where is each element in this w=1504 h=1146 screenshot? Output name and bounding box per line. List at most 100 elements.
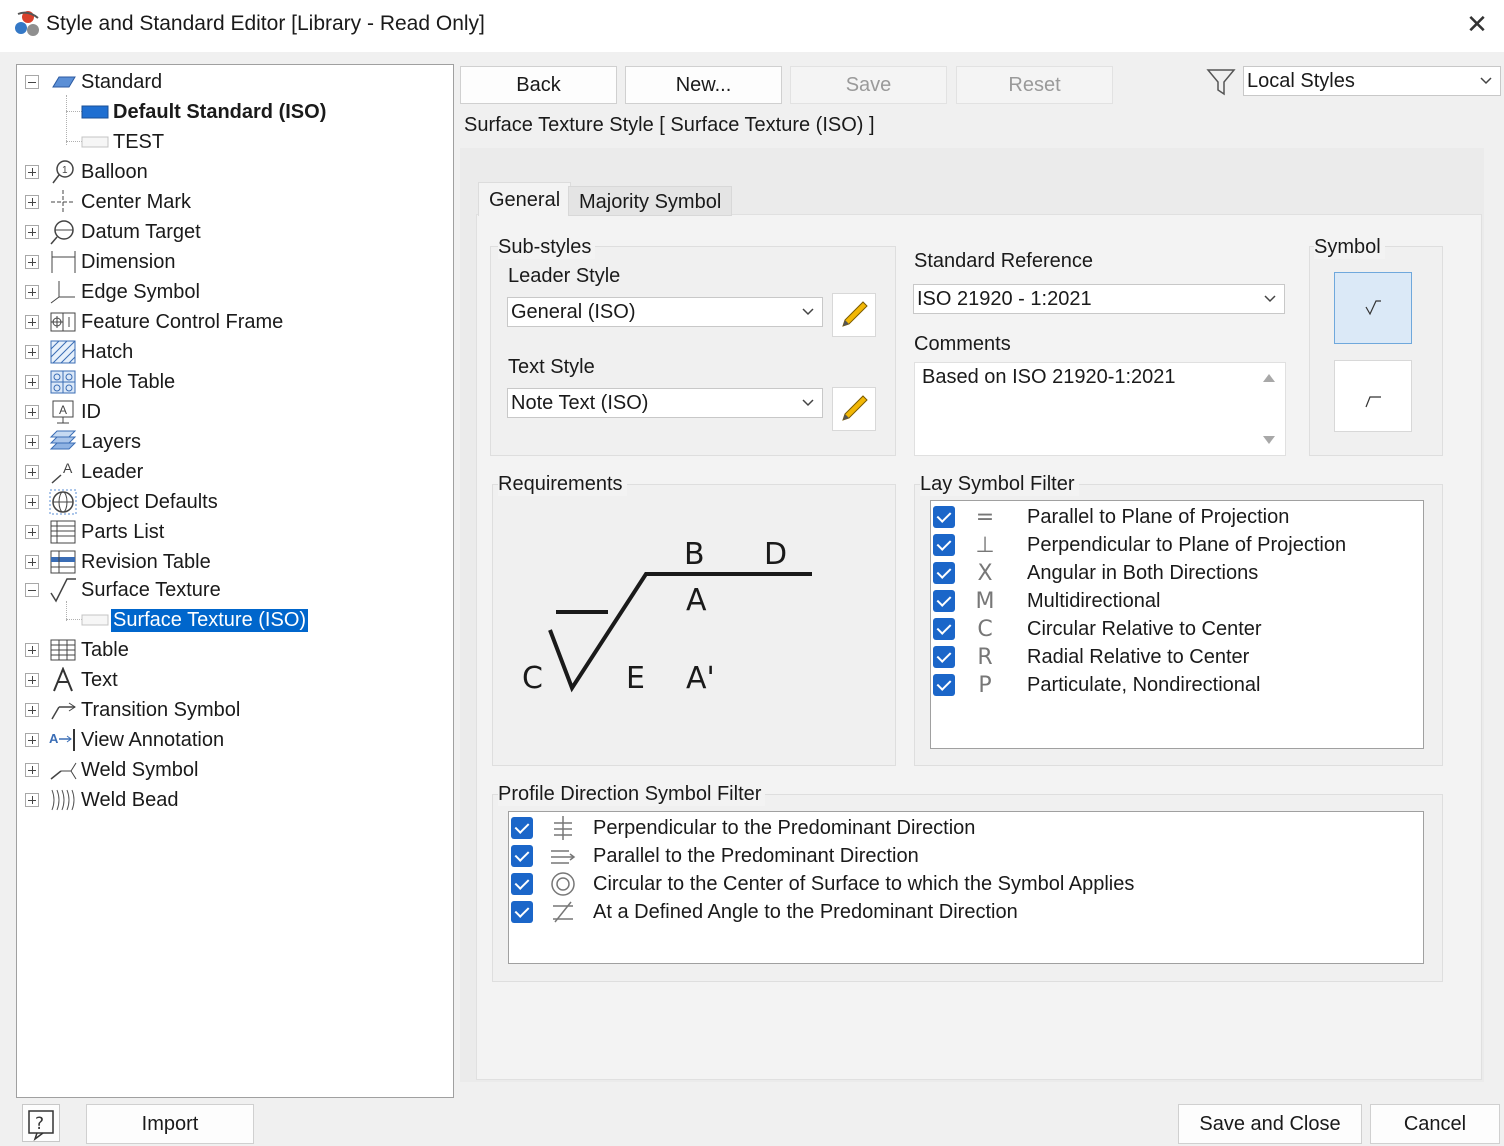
back-button[interactable]: Back: [460, 66, 617, 104]
lay-filter-item[interactable]: R Radial Relative to Center: [933, 643, 1249, 671]
checkbox-checked[interactable]: [933, 674, 955, 696]
checkbox-checked[interactable]: [511, 901, 533, 923]
tree-item-center-mark[interactable]: Center Mark: [49, 188, 193, 216]
tree-item-hatch[interactable]: Hatch: [49, 338, 135, 366]
tree-item-feature-control-frame[interactable]: Feature Control Frame: [49, 308, 285, 336]
lay-filter-list[interactable]: = Parallel to Plane of Projection ⊥ Perp…: [930, 500, 1424, 749]
checkbox-checked[interactable]: [511, 845, 533, 867]
checkbox-checked[interactable]: [933, 590, 955, 612]
tree-expand-toggle[interactable]: [25, 405, 39, 419]
tree-collapse-toggle[interactable]: [25, 75, 39, 89]
tree-item-weld-bead[interactable]: Weld Bead: [49, 786, 180, 814]
surface-texture-icon: [1365, 300, 1381, 316]
cancel-button[interactable]: Cancel: [1370, 1104, 1500, 1144]
tab-majority-symbol[interactable]: Majority Symbol: [568, 186, 733, 216]
surface-symbol-tile-iso[interactable]: [1334, 272, 1412, 344]
text-style-dropdown[interactable]: Note Text (ISO): [507, 388, 823, 418]
tree-expand-toggle[interactable]: [25, 763, 39, 777]
tree-item-standard[interactable]: Standard: [49, 68, 164, 96]
requirements-group-label: Requirements: [498, 473, 627, 496]
checkbox-checked[interactable]: [933, 562, 955, 584]
tree-expand-toggle[interactable]: [25, 345, 39, 359]
save-and-close-button[interactable]: Save and Close: [1178, 1104, 1362, 1144]
style-tree[interactable]: Standard Default Standard (ISO) TEST 1 B…: [16, 64, 454, 1098]
filter-icon: [1205, 66, 1237, 98]
edit-leader-style-button[interactable]: [832, 293, 876, 337]
tree-item-edge-symbol[interactable]: Edge Symbol: [49, 278, 202, 306]
new-button[interactable]: New...: [625, 66, 782, 104]
profile-filter-item[interactable]: Parallel to the Predominant Direction: [511, 842, 919, 870]
leader-style-dropdown[interactable]: General (ISO): [507, 297, 823, 327]
lay-filter-item[interactable]: M Multidirectional: [933, 587, 1160, 615]
tree-item-view-annotation[interactable]: A View Annotation: [49, 726, 226, 754]
surface-symbol-tile-alt[interactable]: [1334, 360, 1412, 432]
profile-filter-item[interactable]: Perpendicular to the Predominant Directi…: [511, 814, 975, 842]
chevron-down-icon: [800, 389, 816, 417]
tree-item-leader[interactable]: A Leader: [49, 458, 145, 486]
tree-expand-toggle[interactable]: [25, 315, 39, 329]
tree-expand-toggle[interactable]: [25, 733, 39, 747]
tab-general[interactable]: General: [478, 182, 572, 216]
tree-expand-toggle[interactable]: [25, 435, 39, 449]
tree-item-surface-texture-iso[interactable]: Surface Texture (ISO): [81, 606, 310, 634]
help-button[interactable]: ?: [22, 1104, 60, 1142]
window-title: Style and Standard Editor [Library - Rea…: [46, 12, 485, 35]
tree-item-weld-symbol[interactable]: Weld Symbol: [49, 756, 200, 784]
tree-expand-toggle[interactable]: [25, 255, 39, 269]
tree-expand-toggle[interactable]: [25, 375, 39, 389]
checkbox-checked[interactable]: [511, 817, 533, 839]
tree-item-datum-target[interactable]: Datum Target: [49, 218, 203, 246]
profile-filter-item[interactable]: Circular to the Center of Surface to whi…: [511, 870, 1134, 898]
tree-item-transition-symbol[interactable]: Transition Symbol: [49, 696, 242, 724]
tree-item-parts-list[interactable]: Parts List: [49, 518, 166, 546]
save-button[interactable]: Save: [790, 66, 947, 104]
tree-expand-toggle[interactable]: [25, 495, 39, 509]
lay-filter-item[interactable]: = Parallel to Plane of Projection: [933, 503, 1289, 531]
tree-expand-toggle[interactable]: [25, 165, 39, 179]
edit-text-style-button[interactable]: [832, 387, 876, 431]
tree-expand-toggle[interactable]: [25, 285, 39, 299]
tree-item-hole-table[interactable]: Hole Table: [49, 368, 177, 396]
tree-item-test[interactable]: TEST: [81, 128, 166, 156]
lay-filter-item[interactable]: X Angular in Both Directions: [933, 559, 1258, 587]
tree-item-text[interactable]: Text: [49, 666, 120, 694]
tree-item-balloon[interactable]: 1 Balloon: [49, 158, 150, 186]
tree-expand-toggle[interactable]: [25, 673, 39, 687]
tree-collapse-toggle[interactable]: [25, 583, 39, 597]
lay-filter-item[interactable]: P Particulate, Nondirectional: [933, 671, 1260, 699]
tree-item-surface-texture[interactable]: Surface Texture: [49, 576, 223, 604]
tree-expand-toggle[interactable]: [25, 225, 39, 239]
reset-button[interactable]: Reset: [956, 66, 1113, 104]
profile-filter-list[interactable]: Perpendicular to the Predominant Directi…: [508, 811, 1424, 964]
checkbox-checked[interactable]: [511, 873, 533, 895]
tree-expand-toggle[interactable]: [25, 643, 39, 657]
tree-item-id[interactable]: A ID: [49, 398, 103, 426]
profile-filter-label: At a Defined Angle to the Predominant Di…: [593, 900, 1018, 923]
tree-expand-toggle[interactable]: [25, 465, 39, 479]
checkbox-checked[interactable]: [933, 506, 955, 528]
tree-item-object-defaults[interactable]: Object Defaults: [49, 488, 220, 516]
close-button[interactable]: ✕: [1458, 8, 1496, 42]
tree-item-table[interactable]: Table: [49, 636, 131, 664]
style-filter-dropdown[interactable]: Local Styles: [1243, 66, 1501, 96]
import-button[interactable]: Import: [86, 1104, 254, 1144]
tree-expand-toggle[interactable]: [25, 555, 39, 569]
tree-expand-toggle[interactable]: [25, 703, 39, 717]
lay-filter-item[interactable]: C Circular Relative to Center: [933, 615, 1262, 643]
checkbox-checked[interactable]: [933, 534, 955, 556]
checkbox-checked[interactable]: [933, 646, 955, 668]
tree-expand-toggle[interactable]: [25, 195, 39, 209]
checkbox-checked[interactable]: [933, 618, 955, 640]
profile-filter-item[interactable]: At a Defined Angle to the Predominant Di…: [511, 898, 1018, 926]
requirements-diagram: B D A C E A': [522, 537, 812, 696]
lay-filter-item[interactable]: ⊥ Perpendicular to Plane of Projection: [933, 531, 1346, 559]
tree-item-layers[interactable]: Layers: [49, 428, 143, 456]
standard-reference-dropdown[interactable]: ISO 21920 - 1:2021: [913, 284, 1285, 314]
comments-scrollbar[interactable]: [1260, 368, 1278, 452]
leader-style-value: General (ISO): [511, 301, 636, 323]
tree-item-default-standard[interactable]: Default Standard (ISO): [81, 98, 328, 126]
tree-expand-toggle[interactable]: [25, 525, 39, 539]
tree-item-revision-table[interactable]: Revision Table: [49, 548, 213, 576]
tree-item-dimension[interactable]: Dimension: [49, 248, 177, 276]
tree-expand-toggle[interactable]: [25, 793, 39, 807]
